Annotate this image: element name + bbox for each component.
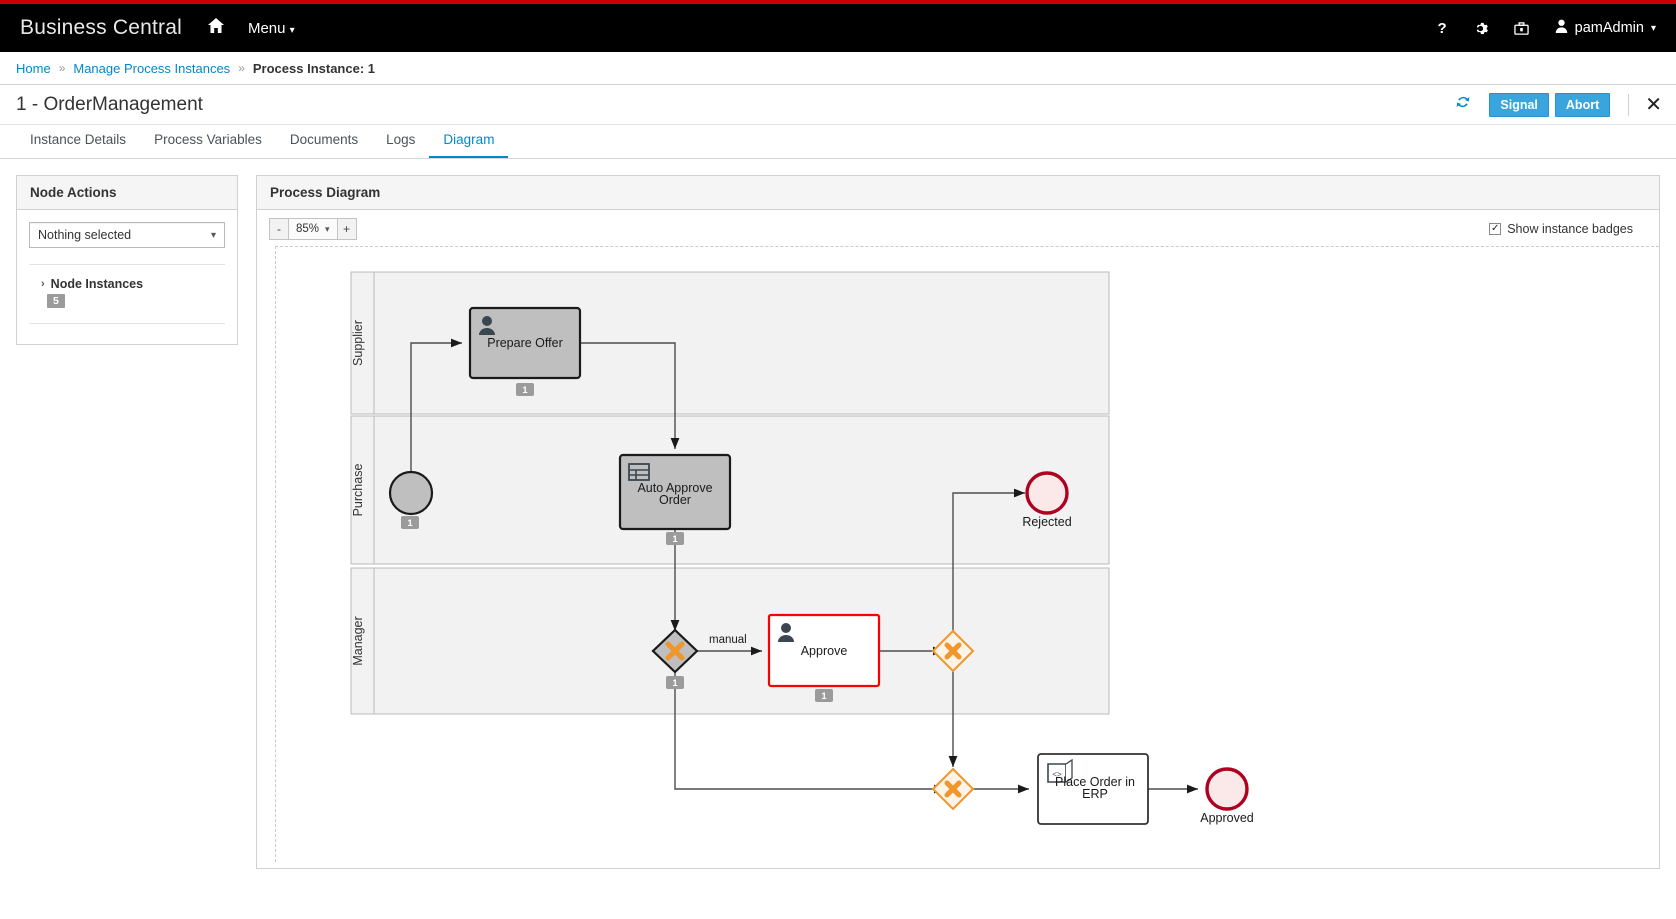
masthead: Business Central Menu ▾ ? pamAdmin ▾: [0, 4, 1676, 52]
toolbox-icon[interactable]: [1513, 21, 1529, 36]
diagram-toolbar: - 85% ▾ + ✓ Show instance badges: [257, 210, 1659, 246]
node-label-rejected: Rejected: [1022, 515, 1071, 529]
menu-button[interactable]: Menu ▾: [248, 20, 295, 37]
user-menu[interactable]: pamAdmin ▾: [1555, 19, 1656, 37]
node-approved-end-event[interactable]: Approved: [1200, 767, 1254, 825]
show-instance-badges-toggle[interactable]: ✓ Show instance badges: [1489, 222, 1633, 236]
node-label-auto-approve-order-line2: Order: [659, 493, 691, 507]
home-icon[interactable]: [207, 18, 224, 38]
titlebar-divider: [1628, 93, 1630, 116]
tab-logs[interactable]: Logs: [372, 126, 429, 158]
tab-instance-details[interactable]: Instance Details: [16, 126, 140, 158]
lane-label-manager: Manager: [351, 616, 365, 665]
instance-badge: 1: [821, 691, 827, 702]
node-label-place-order-line2: ERP: [1082, 787, 1108, 801]
user-name: pamAdmin: [1574, 20, 1644, 36]
zoom-level-value: 85%: [296, 223, 320, 235]
panel-divider: [29, 264, 225, 265]
node-label-approved: Approved: [1200, 811, 1254, 825]
question-mark-icon[interactable]: ?: [1437, 20, 1446, 37]
node-actions-panel: Node Actions Nothing selected ▾ › Node I…: [16, 175, 238, 345]
gear-icon[interactable]: [1473, 21, 1488, 36]
zoom-in-button[interactable]: +: [336, 219, 356, 239]
diagram-canvas[interactable]: Supplier Purchase Manager manual 1 Prepa…: [257, 246, 1659, 868]
node-gateway-3[interactable]: [931, 767, 975, 811]
zoom-level-select[interactable]: 85% ▾: [289, 219, 337, 239]
panel-divider: [29, 323, 225, 324]
node-rejected-end-event[interactable]: Rejected: [1022, 471, 1072, 529]
menu-label: Menu: [247, 19, 286, 37]
breadcrumb-separator: »: [238, 61, 245, 75]
chevron-down-icon: ▾: [325, 223, 330, 234]
node-place-order-in-erp[interactable]: <> Place Order in ERP: [1037, 753, 1149, 825]
main-content: Node Actions Nothing selected ▾ › Node I…: [0, 159, 1676, 885]
node-instances-label: Node Instances: [50, 277, 144, 291]
instance-badge: 1: [672, 678, 678, 689]
node-actions-body: Nothing selected ▾ › Node Instances 5: [17, 210, 237, 344]
show-instance-badges-checkbox[interactable]: ✓: [1489, 223, 1502, 235]
process-diagram-title: Process Diagram: [257, 176, 1659, 210]
refresh-icon[interactable]: [1455, 94, 1471, 115]
tab-documents[interactable]: Documents: [276, 126, 372, 158]
lane-label-purchase: Purchase: [351, 464, 365, 517]
flow-label-manual: manual: [709, 634, 747, 646]
node-instances-toggle[interactable]: › Node Instances: [29, 277, 225, 291]
instance-badge: 1: [672, 534, 678, 545]
node-label-prepare-offer: Prepare Offer: [487, 336, 563, 350]
app-brand: Business Central: [20, 16, 182, 39]
breadcrumb: Home » Manage Process Instances » Proces…: [0, 52, 1676, 85]
breadcrumb-manage-process-instances[interactable]: Manage Process Instances: [73, 61, 230, 76]
node-select-dropdown[interactable]: Nothing selected ▾: [29, 222, 225, 248]
instance-badge: 1: [407, 518, 413, 529]
tab-process-variables[interactable]: Process Variables: [140, 126, 276, 158]
signal-button[interactable]: Signal: [1489, 92, 1549, 117]
bpmn-diagram[interactable]: Supplier Purchase Manager manual 1 Prepa…: [257, 246, 1503, 868]
lane-supplier: Supplier: [350, 271, 1110, 415]
node-instances-count-badge: 5: [47, 294, 65, 308]
page-titlebar: 1 - OrderManagement Signal Abort ✕: [0, 85, 1676, 125]
instance-badge: 1: [522, 385, 528, 396]
show-instance-badges-label: Show instance badges: [1507, 222, 1633, 236]
zoom-out-button[interactable]: -: [270, 219, 289, 239]
node-actions-title: Node Actions: [17, 176, 237, 210]
process-diagram-panel: Process Diagram - 85% ▾ + ✓ Show instanc…: [256, 175, 1660, 869]
tab-diagram[interactable]: Diagram: [429, 126, 509, 158]
chevron-down-icon: ▾: [289, 24, 295, 36]
tab-bar: Instance Details Process Variables Docum…: [0, 125, 1676, 159]
node-label-approve: Approve: [801, 644, 848, 658]
page-title: 1 - OrderManagement: [16, 93, 203, 115]
lane-label-supplier: Supplier: [351, 320, 365, 366]
chevron-right-icon: ›: [41, 278, 45, 290]
chevron-down-icon: ▾: [210, 229, 216, 241]
breadcrumb-home[interactable]: Home: [16, 61, 51, 76]
zoom-control: - 85% ▾ +: [269, 218, 357, 240]
close-icon[interactable]: ✕: [1645, 95, 1662, 115]
breadcrumb-separator: »: [58, 61, 66, 75]
chevron-down-icon: ▾: [1650, 22, 1656, 34]
node-select-value: Nothing selected: [38, 228, 132, 242]
breadcrumb-current: Process Instance: 1: [252, 60, 375, 76]
user-icon: [1555, 19, 1568, 37]
abort-button[interactable]: Abort: [1554, 92, 1611, 117]
